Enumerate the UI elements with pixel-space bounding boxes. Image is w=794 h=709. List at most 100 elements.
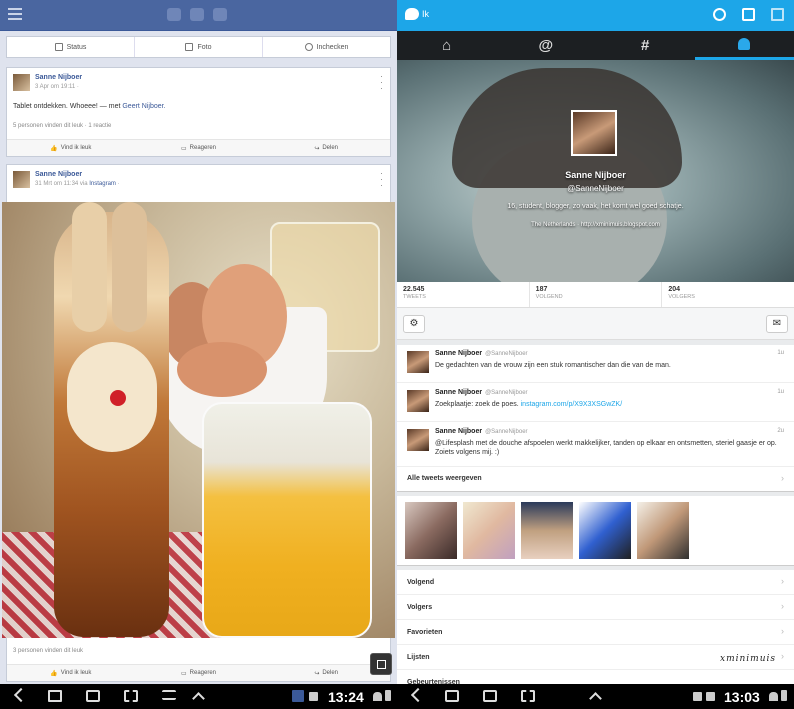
up-chevron-icon[interactable] bbox=[589, 692, 602, 705]
avatar[interactable] bbox=[13, 171, 30, 188]
menu-item-following[interactable]: Volgend › bbox=[397, 570, 794, 595]
post-card: Sanne Nijboer 3 Apr om 19:11 · · · · Table… bbox=[6, 67, 391, 157]
photo-button[interactable]: Foto bbox=[135, 37, 263, 57]
twitter-top-bar: Ik bbox=[397, 0, 794, 31]
toolbar-icons bbox=[713, 8, 784, 21]
checkin-button[interactable]: Inchecken bbox=[263, 37, 390, 57]
post-photo[interactable] bbox=[2, 202, 395, 638]
friend-requests-icon[interactable] bbox=[167, 8, 181, 21]
tab-profile[interactable] bbox=[694, 31, 794, 60]
stat-followers[interactable]: 204 VOLGERS bbox=[662, 282, 794, 307]
media-thumbnail[interactable] bbox=[521, 502, 573, 559]
share-button[interactable]: ↪ Delen bbox=[262, 140, 390, 156]
screenshot-icon[interactable] bbox=[521, 690, 535, 702]
direct-message-icon[interactable]: ✉ bbox=[766, 315, 788, 333]
comment-button[interactable]: ▭ Reageren bbox=[135, 665, 263, 681]
image-notification-icon[interactable] bbox=[309, 692, 318, 701]
more-options-icon[interactable]: · · · bbox=[380, 72, 383, 93]
post-action-bar: 👍 Vind ik leuk ▭ Reageren ↪ Delen bbox=[7, 664, 390, 681]
avatar[interactable] bbox=[407, 390, 429, 412]
share-icon: ↪ bbox=[314, 145, 320, 152]
photo-egg bbox=[177, 342, 267, 397]
image-notification-icon[interactable] bbox=[693, 692, 702, 701]
profile-icon bbox=[738, 38, 751, 50]
all-tweets-link[interactable]: Alle tweets weergeven › bbox=[397, 467, 794, 491]
chevron-right-icon: › bbox=[781, 601, 784, 611]
share-icon: ↪ bbox=[314, 670, 320, 677]
up-chevron-icon[interactable] bbox=[192, 692, 205, 705]
menu-item-followers[interactable]: Volgers › bbox=[397, 595, 794, 620]
avatar[interactable] bbox=[407, 351, 429, 373]
twitter-screen: Ik ⌂ @ # Sanne Nijboer @SanneNijboer 16,… bbox=[397, 0, 794, 709]
menu-item-favorites[interactable]: Favorieten › bbox=[397, 620, 794, 645]
media-gallery bbox=[397, 496, 794, 566]
settings-gear-icon[interactable]: ⚙ bbox=[403, 315, 425, 333]
status-icon bbox=[54, 43, 63, 51]
tweet-list: Sanne Nijboer @SanneNijboer 1u De gedacht… bbox=[397, 345, 794, 492]
chevron-right-icon: › bbox=[781, 576, 784, 586]
battery-icon bbox=[385, 690, 391, 701]
avatar[interactable] bbox=[571, 110, 617, 156]
back-icon[interactable] bbox=[13, 687, 29, 703]
tab-mentions[interactable]: @ bbox=[496, 31, 595, 60]
messages-icon[interactable] bbox=[190, 8, 204, 21]
back-icon[interactable] bbox=[410, 687, 426, 703]
notifications-icon[interactable] bbox=[213, 8, 227, 21]
avatar[interactable] bbox=[13, 74, 30, 91]
profile-location[interactable]: The Netherlands · http://xminimuis.blogs… bbox=[397, 222, 794, 228]
likes-summary[interactable]: 5 personen vinden dit leuk · 1 reactie bbox=[13, 123, 111, 129]
media-thumbnail[interactable] bbox=[405, 502, 457, 559]
home-icon[interactable] bbox=[48, 690, 62, 702]
camera-notification-icon[interactable] bbox=[706, 692, 715, 701]
twitter-bird-icon[interactable] bbox=[405, 8, 419, 20]
tagged-friend-link[interactable]: Geert Nijboer. bbox=[122, 103, 165, 110]
photo-bunny-ear bbox=[112, 202, 147, 332]
likes-summary[interactable]: 3 personen vinden dit leuk bbox=[13, 648, 83, 654]
profile-menu: Volgend › Volgers › Favorieten › Lijsten › G… bbox=[397, 570, 794, 695]
home-icon[interactable] bbox=[445, 690, 459, 702]
tab-home[interactable]: ⌂ bbox=[397, 31, 496, 60]
page-title: Ik bbox=[422, 9, 430, 19]
like-button[interactable]: 👍 Vind ik leuk bbox=[7, 665, 135, 681]
recent-apps-icon[interactable] bbox=[86, 690, 100, 702]
more-options-icon[interactable]: · · · bbox=[380, 169, 383, 190]
recent-apps-icon[interactable] bbox=[483, 690, 497, 702]
media-thumbnail[interactable] bbox=[579, 502, 631, 559]
facebook-notification-icon[interactable] bbox=[292, 690, 304, 702]
comment-button[interactable]: ▭ Reageren bbox=[135, 140, 263, 156]
profile-handle: @SanneNijboer bbox=[567, 184, 624, 193]
battery-icon bbox=[781, 690, 787, 701]
post-meta: 3 Apr om 19:11 · bbox=[35, 84, 79, 90]
stat-tweets[interactable]: 22.545 TWEETS bbox=[397, 282, 530, 307]
post-author[interactable]: Sanne Nijboer bbox=[35, 74, 82, 81]
media-thumbnail[interactable] bbox=[463, 502, 515, 559]
menu-icon[interactable] bbox=[162, 690, 176, 700]
camera-icon bbox=[185, 43, 194, 51]
post-author[interactable]: Sanne Nijboer bbox=[35, 171, 82, 178]
facebook-screen: Status Foto Inchecken Sanne Nijboer 3 Ap… bbox=[0, 0, 397, 709]
media-thumbnail[interactable] bbox=[637, 502, 689, 559]
status-button[interactable]: Status bbox=[7, 37, 135, 57]
avatar[interactable] bbox=[407, 429, 429, 451]
tweet-item[interactable]: Sanne Nijboer @SanneNijboer 1u Zoekplaatj… bbox=[397, 384, 794, 422]
profile-stats: 22.545 TWEETS 187 VOLGEND 204 VOLGERS bbox=[397, 282, 794, 308]
screenshot-icon[interactable] bbox=[124, 690, 138, 702]
comment-icon: ▭ bbox=[180, 670, 187, 677]
compose-icon[interactable] bbox=[742, 8, 755, 21]
chevron-right-icon: › bbox=[781, 473, 784, 483]
overflow-menu-icon[interactable] bbox=[771, 8, 784, 21]
tweet-item[interactable]: Sanne Nijboer @SanneNijboer 2u @Lifesplas… bbox=[397, 423, 794, 467]
multi-window-icon[interactable] bbox=[370, 653, 392, 675]
photo-bunny-nose bbox=[110, 390, 126, 406]
tab-discover[interactable]: # bbox=[596, 31, 695, 60]
post-footer: 3 personen vinden dit leuk 👍 Vind ik leuk… bbox=[6, 638, 391, 682]
tweet-link[interactable]: instagram.com/p/X9X3XSGwZK/ bbox=[521, 401, 623, 408]
like-button[interactable]: 👍 Vind ik leuk bbox=[7, 140, 135, 156]
post-text: Tablet ontdekken. Whoeee! — met Geert Ni… bbox=[13, 103, 166, 110]
mention-icon: @ bbox=[538, 37, 554, 54]
menu-icon[interactable] bbox=[8, 8, 22, 21]
stat-following[interactable]: 187 VOLGEND bbox=[530, 282, 663, 307]
search-icon[interactable] bbox=[713, 8, 726, 21]
tweet-item[interactable]: Sanne Nijboer @SanneNijboer 1u De gedacht… bbox=[397, 345, 794, 383]
composer-actions: Status Foto Inchecken bbox=[6, 36, 391, 58]
